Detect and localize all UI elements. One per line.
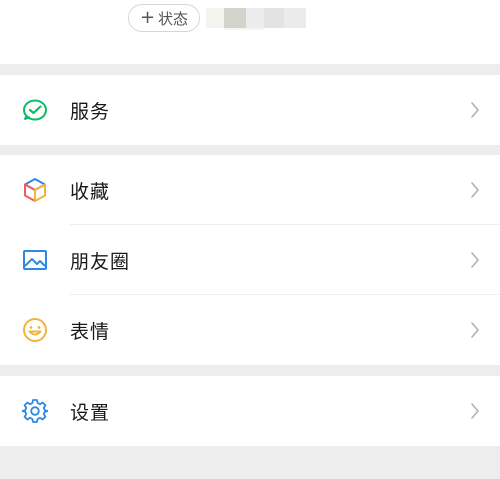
menu-item-favorites[interactable]: 收藏 xyxy=(0,155,500,225)
settings-gear-icon xyxy=(22,398,48,424)
add-status-button[interactable]: + 状态 xyxy=(128,4,200,32)
chevron-right-icon xyxy=(471,102,479,118)
profile-header: + 状态 xyxy=(0,0,500,64)
stickers-smiley-icon xyxy=(22,317,48,343)
menu-item-settings[interactable]: 设置 xyxy=(0,376,500,446)
menu-item-favorites-label: 收藏 xyxy=(70,180,111,203)
blurred-avatar-strip xyxy=(206,4,306,42)
chevron-right-icon xyxy=(471,182,479,198)
settings-section: 设置 xyxy=(0,376,500,446)
menu-item-services[interactable]: 服务 xyxy=(0,75,500,145)
menu-item-settings-label: 设置 xyxy=(70,401,111,424)
menu-item-stickers-label: 表情 xyxy=(70,320,111,343)
plus-icon: + xyxy=(139,7,156,28)
menu-item-stickers[interactable]: 表情 xyxy=(0,295,500,365)
chevron-right-icon xyxy=(471,252,479,268)
moments-picture-icon xyxy=(22,247,48,273)
favorites-cube-icon xyxy=(22,177,48,203)
menu-item-services-label: 服务 xyxy=(70,100,111,123)
chevron-right-icon xyxy=(471,403,479,419)
content-section: 收藏 朋友圈 表情 xyxy=(0,155,500,365)
menu-item-moments-label: 朋友圈 xyxy=(70,250,131,273)
menu-item-moments[interactable]: 朋友圈 xyxy=(0,225,500,295)
status-label: 状态 xyxy=(158,9,189,28)
services-wallet-icon xyxy=(22,97,48,123)
services-section: 服务 xyxy=(0,75,500,145)
chevron-right-icon xyxy=(471,322,479,338)
